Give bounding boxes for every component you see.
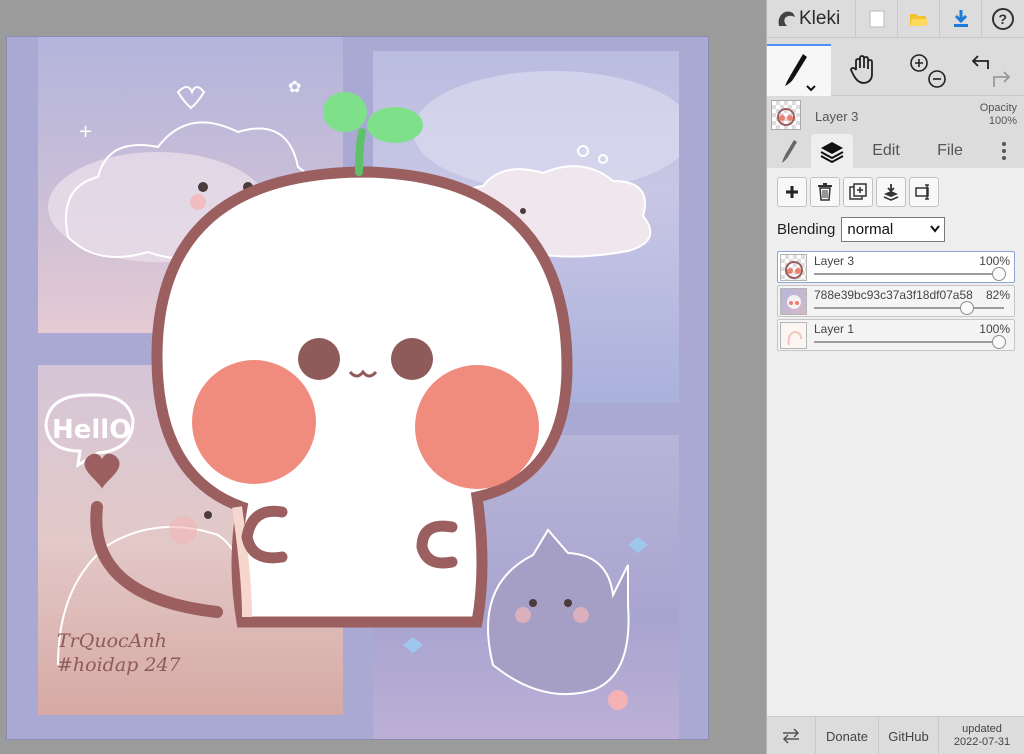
brush-tool-icon bbox=[785, 54, 816, 92]
open-image-button[interactable] bbox=[897, 0, 939, 37]
canvas-area[interactable]: + ✿ HellO TrQuocAnh #hoidap 247 bbox=[0, 0, 766, 754]
merge-down-icon bbox=[883, 184, 899, 201]
opacity-label: Opacity bbox=[979, 102, 1017, 114]
donate-link[interactable]: Donate bbox=[815, 717, 878, 754]
redo-icon[interactable] bbox=[993, 71, 1011, 87]
blending-label: Blending bbox=[777, 220, 836, 238]
current-layer-thumbnail bbox=[771, 100, 801, 130]
tab-row: Edit File bbox=[767, 134, 1024, 168]
updated-label: updated bbox=[962, 723, 1002, 735]
signature-line-2: #hoidap 247 bbox=[57, 654, 181, 676]
zoom-out-icon[interactable] bbox=[928, 70, 946, 88]
duplicate-layer-button[interactable] bbox=[843, 177, 873, 207]
layer-opacity-slider[interactable] bbox=[814, 307, 1004, 309]
new-image-button[interactable] bbox=[855, 0, 897, 37]
artist-signature: TrQuocAnh #hoidap 247 bbox=[57, 629, 181, 677]
new-image-icon bbox=[869, 10, 884, 27]
layer-item-background-image[interactable]: 788e39bc93c37a3f18df07a58 82% bbox=[777, 285, 1015, 317]
layer-thumbnail bbox=[780, 254, 807, 281]
opacity-value: 100% bbox=[988, 115, 1017, 127]
trash-icon bbox=[818, 183, 832, 201]
zoom-buttons bbox=[895, 44, 959, 96]
layer-opacity-slider[interactable] bbox=[814, 273, 1004, 275]
layer-opacity-slider[interactable] bbox=[814, 341, 1004, 343]
signature-line-1: TrQuocAnh bbox=[57, 630, 167, 652]
brush-tab-icon bbox=[782, 140, 797, 163]
tab-brush[interactable] bbox=[773, 134, 807, 168]
tab-layers[interactable] bbox=[811, 134, 853, 168]
slider-handle[interactable] bbox=[959, 301, 974, 315]
help-icon: ? bbox=[991, 7, 1014, 30]
delete-layer-button[interactable] bbox=[810, 177, 840, 207]
layer-item-layer-3[interactable]: Layer 3 100% bbox=[777, 251, 1015, 283]
github-link[interactable]: GitHub bbox=[878, 717, 938, 754]
plus-icon bbox=[786, 186, 798, 198]
download-button[interactable] bbox=[939, 0, 981, 37]
kleki-logo-icon bbox=[778, 11, 795, 26]
zoom-in-icon[interactable] bbox=[910, 54, 928, 72]
blending-select[interactable]: normal bbox=[841, 216, 946, 242]
layer-name: Layer 1 bbox=[814, 322, 855, 336]
tab-file[interactable]: File bbox=[919, 134, 981, 168]
layers-panel: Blending normal Layer 3 100% 788e39bc93c… bbox=[767, 168, 1024, 716]
layer-opacity: 100% bbox=[977, 322, 1010, 336]
duplicate-icon bbox=[849, 183, 867, 200]
sidebar: Kleki ? Layer 3 Opacity 100% Edit File B… bbox=[766, 0, 1024, 754]
more-vertical-icon bbox=[1002, 142, 1006, 160]
layer-thumbnail bbox=[780, 322, 807, 349]
swap-side-button[interactable] bbox=[767, 717, 815, 754]
rename-icon bbox=[915, 184, 929, 200]
tab-edit[interactable]: Edit bbox=[857, 134, 915, 168]
hand-tool-icon bbox=[850, 55, 873, 84]
tool-row bbox=[767, 44, 1024, 96]
app-name: Kleki bbox=[799, 8, 841, 29]
slider-handle[interactable] bbox=[992, 335, 1006, 349]
footer: Donate GitHub updated 2022-07-31 bbox=[767, 716, 1024, 754]
layers-icon bbox=[820, 142, 844, 163]
current-layer-info: Layer 3 Opacity 100% bbox=[767, 97, 1024, 135]
updated-info[interactable]: updated 2022-07-31 bbox=[938, 717, 1024, 754]
download-icon bbox=[953, 9, 968, 27]
blending-row: Blending normal bbox=[777, 216, 946, 242]
updated-date: 2022-07-31 bbox=[953, 736, 1011, 748]
layer-name: 788e39bc93c37a3f18df07a58 bbox=[814, 288, 973, 302]
add-layer-button[interactable] bbox=[777, 177, 807, 207]
chevron-down-icon bbox=[930, 225, 941, 233]
top-bar: Kleki ? bbox=[767, 0, 1024, 38]
blending-value: normal bbox=[847, 220, 894, 238]
layer-opacity: 82% bbox=[983, 288, 1010, 302]
opacity-display: Opacity 100% bbox=[980, 102, 1017, 128]
artwork-canvas[interactable]: + ✿ HellO TrQuocAnh #hoidap 247 bbox=[6, 36, 709, 740]
layer-thumbnail bbox=[780, 288, 807, 315]
svg-text:?: ? bbox=[998, 11, 1007, 27]
layer-name: Layer 3 bbox=[814, 254, 855, 268]
swap-arrows-icon bbox=[782, 728, 800, 744]
current-layer-name: Layer 3 bbox=[815, 109, 859, 124]
open-folder-icon bbox=[909, 13, 928, 26]
brush-tool-button[interactable] bbox=[767, 44, 831, 96]
history-buttons bbox=[959, 44, 1024, 96]
rename-layer-button[interactable] bbox=[909, 177, 939, 207]
layer-opacity: 100% bbox=[977, 254, 1010, 268]
more-menu-button[interactable] bbox=[989, 134, 1019, 168]
layer-item-layer-1[interactable]: Layer 1 100% bbox=[777, 319, 1015, 351]
help-button[interactable]: ? bbox=[981, 0, 1023, 37]
kleki-logo[interactable]: Kleki bbox=[775, 6, 840, 32]
slider-handle[interactable] bbox=[992, 267, 1006, 281]
undo-icon[interactable] bbox=[971, 55, 989, 69]
merge-down-button[interactable] bbox=[876, 177, 906, 207]
hand-tool-button[interactable] bbox=[831, 44, 895, 96]
